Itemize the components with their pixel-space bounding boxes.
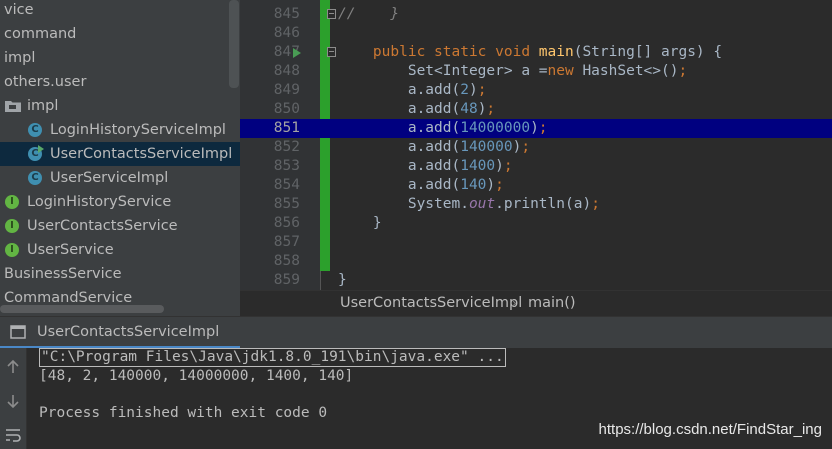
run-tool-window-header: UserContactsServiceImpl	[0, 316, 832, 349]
code-text: }	[338, 272, 347, 288]
breadcrumb-separator-icon: ›	[512, 296, 517, 310]
tree-item[interactable]: C UserContactsServiceImpl	[0, 142, 240, 166]
tree-item-label: UserServiceImpl	[50, 170, 169, 186]
code-line[interactable]: 856 }	[240, 214, 832, 233]
code-line[interactable]: 853 a.add(1400);	[240, 157, 832, 176]
code-text: a.add(1400);	[338, 158, 513, 174]
console-command-line[interactable]: "C:\Program Files\Java\jdk1.8.0_191\bin\…	[39, 348, 506, 367]
tree-item-label: impl	[4, 50, 36, 66]
tree-item-label: LoginHistoryServiceImpl	[50, 122, 226, 138]
code-line[interactable]: 851 a.add(14000000);	[240, 119, 832, 138]
line-number: 859	[273, 272, 300, 288]
run-toolbar	[0, 348, 27, 449]
interface-icon: I	[5, 219, 19, 233]
code-text: // }	[338, 6, 400, 22]
line-number: 850	[273, 101, 300, 117]
tree-item-label: LoginHistoryService	[27, 194, 172, 210]
interface-icon: I	[5, 195, 19, 209]
fold-marker-icon[interactable]	[327, 47, 336, 57]
tree-item-label: vice	[4, 2, 34, 18]
tree-item[interactable]: C UserServiceImpl	[0, 166, 240, 190]
tree-item[interactable]: C LoginHistoryServiceImpl	[0, 118, 240, 142]
tree-horizontal-scrollbar[interactable]	[0, 305, 164, 313]
tree-item[interactable]: command	[0, 22, 240, 46]
tree-item-label: others.user	[4, 74, 87, 90]
class-icon: C	[28, 171, 42, 185]
line-number: 858	[273, 253, 300, 269]
code-line[interactable]: 848 Set<Integer> a =new HashSet<>();	[240, 62, 832, 81]
tree-item-label: UserContactsService	[27, 218, 178, 234]
line-number: 847	[273, 44, 300, 60]
line-number: 855	[273, 196, 300, 212]
line-number: 848	[273, 63, 300, 79]
arrow-down-icon[interactable]	[4, 392, 22, 410]
tree-item[interactable]: vice	[0, 0, 240, 22]
line-number: 852	[273, 139, 300, 155]
tree-item[interactable]: impl	[0, 94, 240, 118]
line-number: 854	[273, 177, 300, 193]
tree-item-label: UserService	[27, 242, 114, 258]
run-gutter-icon[interactable]	[293, 48, 301, 58]
code-line[interactable]: 846	[240, 24, 832, 43]
code-text: a.add(140000);	[338, 139, 531, 155]
line-number: 851	[273, 120, 300, 136]
code-text: a.add(14000000);	[338, 120, 548, 136]
run-config-icon	[10, 325, 26, 339]
interface-icon: I	[5, 243, 19, 257]
code-text: System.out.println(a);	[338, 196, 600, 212]
tree-item[interactable]: I UserService	[0, 238, 240, 262]
code-line[interactable]: 855 System.out.println(a);	[240, 195, 832, 214]
tree-item[interactable]: BusinessService	[0, 262, 240, 286]
console-output-line: Process finished with exit code 0	[39, 405, 328, 421]
console-output-line: [48, 2, 140000, 14000000, 1400, 140]	[39, 368, 354, 384]
code-line[interactable]: 859}	[240, 271, 832, 290]
code-line[interactable]: 857	[240, 233, 832, 252]
tree-item[interactable]: I LoginHistoryService	[0, 190, 240, 214]
tree-item[interactable]: I UserContactsService	[0, 214, 240, 238]
soft-wrap-icon[interactable]	[4, 426, 22, 444]
fold-marker-icon[interactable]	[327, 9, 336, 19]
code-line[interactable]: 850 a.add(48);	[240, 100, 832, 119]
line-number: 853	[273, 158, 300, 174]
code-line[interactable]: 845 // }	[240, 5, 832, 24]
class-icon: C	[28, 123, 42, 137]
project-tree: vice command impl others.user impl C LoginHist…	[0, 0, 240, 316]
code-line[interactable]: 849 a.add(2);	[240, 81, 832, 100]
tree-item[interactable]: others.user	[0, 70, 240, 94]
code-line[interactable]: 854 a.add(140);	[240, 176, 832, 195]
line-number: 856	[273, 215, 300, 231]
code-text: Set<Integer> a =new HashSet<>();	[338, 63, 688, 79]
code-text: public static void main(String[] args) {	[372, 44, 723, 60]
tree-item-label: BusinessService	[4, 266, 122, 282]
line-number: 846	[273, 25, 300, 41]
line-number: 845	[273, 6, 300, 22]
run-marker-icon	[38, 145, 44, 153]
tree-item-label: impl	[27, 98, 59, 114]
code-text: a.add(2);	[338, 82, 487, 98]
tree-item-label: command	[4, 26, 77, 42]
watermark: https://blog.csdn.net/FindStar_ing	[598, 421, 822, 438]
arrow-up-icon[interactable]	[4, 358, 22, 376]
line-number: 857	[273, 234, 300, 250]
line-number: 849	[273, 82, 300, 98]
code-text: a.add(48);	[338, 101, 496, 117]
breadcrumb: UserContactsServiceImpl › main()	[240, 290, 832, 316]
tree-vertical-scrollbar[interactable]	[229, 0, 239, 88]
folder-icon	[5, 101, 21, 112]
breadcrumb-class[interactable]: UserContactsServiceImpl	[340, 291, 522, 316]
code-line[interactable]: 858	[240, 252, 832, 271]
tree-item[interactable]: impl	[0, 46, 240, 70]
run-tab-label: UserContactsServiceImpl	[37, 324, 220, 340]
code-text: }	[338, 215, 382, 231]
code-line[interactable]: 847 public static void main(String[] arg…	[240, 43, 832, 62]
run-tab[interactable]: UserContactsServiceImpl	[0, 317, 240, 349]
breadcrumb-method[interactable]: main()	[528, 291, 576, 316]
code-line[interactable]: 852 a.add(140000);	[240, 138, 832, 157]
tree-item-label: UserContactsServiceImpl	[50, 146, 233, 162]
code-editor[interactable]: 845 // } 846 847 public static void main(St…	[240, 0, 832, 290]
code-text: a.add(140);	[338, 177, 504, 193]
